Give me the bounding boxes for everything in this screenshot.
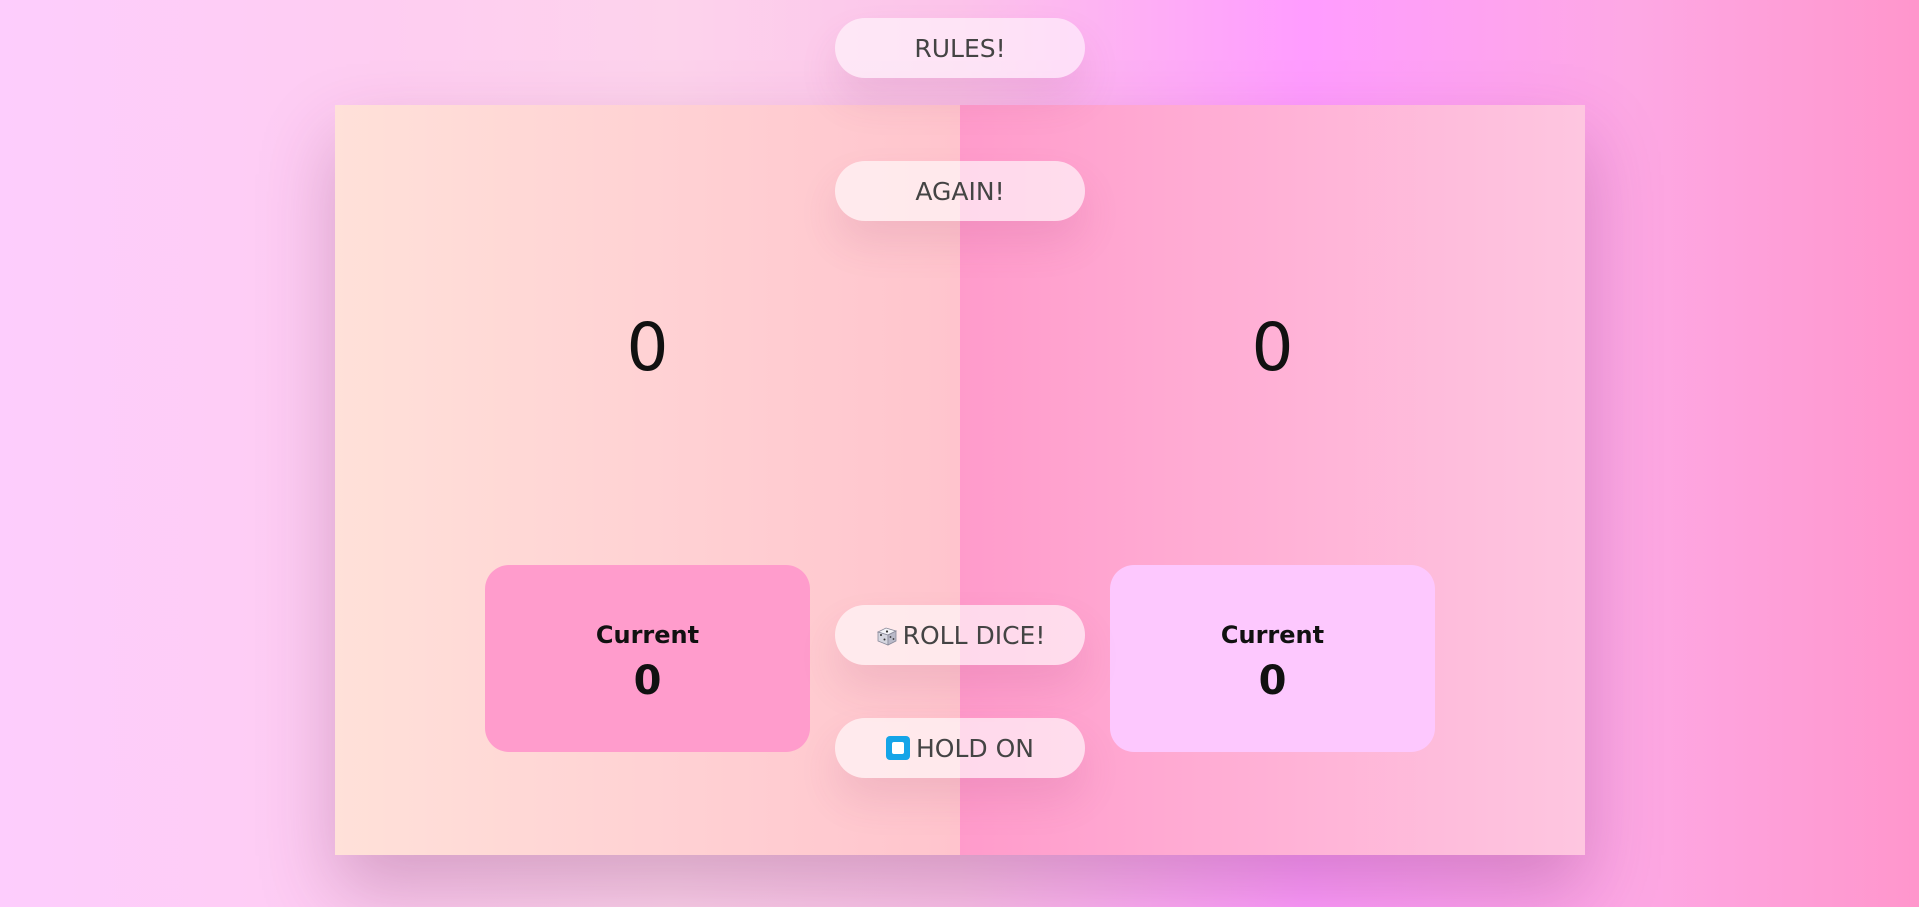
player-2-current-score: 0 xyxy=(1258,657,1287,704)
new-game-button-label: AGAIN! xyxy=(915,176,1005,206)
player-2-current-box: Current 0 xyxy=(1110,565,1435,752)
player-1-current-score: 0 xyxy=(633,657,662,704)
dice-icon xyxy=(875,624,897,646)
player-1-total-score: 0 xyxy=(626,309,669,386)
new-game-button[interactable]: AGAIN! xyxy=(835,161,1085,221)
roll-dice-button-label: ROLL DICE! xyxy=(902,620,1046,650)
player-2-total-score: 0 xyxy=(1251,309,1294,386)
roll-dice-button[interactable]: ROLL DICE! xyxy=(835,605,1085,665)
player-1-current-label: Current xyxy=(595,620,700,649)
hold-button-label: HOLD ON xyxy=(916,733,1034,763)
stop-button-icon xyxy=(886,736,910,760)
rules-button-label: RULES! xyxy=(914,33,1006,63)
hold-button[interactable]: HOLD ON xyxy=(835,718,1085,778)
rules-button[interactable]: RULES! xyxy=(835,18,1085,78)
player-2-current-label: Current xyxy=(1220,620,1325,649)
player-1-current-box: Current 0 xyxy=(485,565,810,752)
